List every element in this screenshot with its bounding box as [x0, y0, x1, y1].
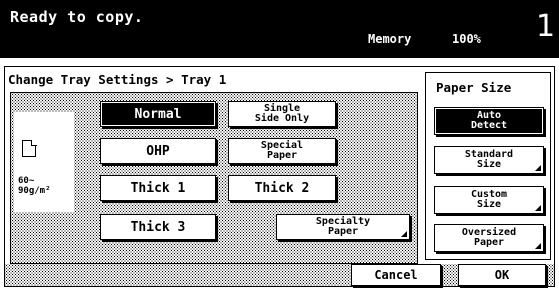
paper-weight: 60~ 90g/m² [18, 176, 51, 196]
special-paper-label: Special Paper [261, 141, 303, 161]
thick-3-button[interactable]: Thick 3 [100, 214, 216, 240]
standard-size-button[interactable]: Standard Size [434, 146, 544, 174]
paper-info [14, 112, 74, 212]
cancel-button[interactable]: Cancel [351, 264, 441, 286]
status-header: Ready to copy. Memory 100% 1 [0, 0, 559, 58]
auto-detect-line-2: Detect [470, 120, 508, 131]
paper-weight-line-1: 60~ [18, 176, 35, 186]
copy-count: 1 [536, 9, 556, 44]
page-icon [22, 139, 37, 157]
ohp-label: OHP [146, 143, 170, 159]
paper-size-title: Paper Size [436, 80, 512, 95]
thick-2-button[interactable]: Thick 2 [228, 175, 336, 201]
standard-size-label: Standard Size [465, 150, 513, 170]
thick-1-button[interactable]: Thick 1 [100, 175, 216, 201]
memory-label: Memory [368, 32, 412, 46]
status-text: Ready to copy. [10, 8, 144, 26]
auto-detect-button[interactable]: Auto Detect [434, 107, 544, 135]
special-paper-button[interactable]: Special Paper [228, 138, 336, 164]
ohp-button[interactable]: OHP [100, 138, 216, 164]
ok-button[interactable]: OK [458, 264, 546, 286]
thick-2-label: Thick 2 [254, 180, 310, 196]
auto-detect-label: Auto Detect [471, 111, 507, 131]
single-side-only-line-2: Side Only [254, 113, 310, 124]
memory-value: 100% [452, 32, 481, 46]
specialty-paper-button[interactable]: Specialty Paper [276, 214, 410, 240]
standard-size-line-2: Size [476, 159, 502, 170]
cancel-label: Cancel [374, 268, 418, 282]
submenu-corner-icon [401, 231, 407, 237]
oversized-paper-line-2: Paper [473, 237, 505, 248]
normal-label: Normal [134, 106, 182, 122]
paper-weight-line-2: 90g/m² [18, 186, 51, 196]
oversized-paper-button[interactable]: Oversized Paper [434, 224, 544, 252]
normal-button[interactable]: Normal [100, 101, 216, 127]
special-paper-line-2: Paper [266, 150, 298, 161]
thick-1-label: Thick 1 [130, 180, 186, 196]
submenu-corner-icon [535, 205, 541, 211]
specialty-paper-line-2: Paper [327, 226, 359, 237]
single-side-only-label: Single Side Only [255, 104, 309, 124]
ok-label: OK [494, 268, 510, 282]
specialty-paper-label: Specialty Paper [316, 217, 370, 237]
submenu-corner-icon [535, 165, 541, 171]
custom-size-label: Custom Size [471, 190, 507, 210]
custom-size-line-2: Size [476, 199, 502, 210]
custom-size-button[interactable]: Custom Size [434, 186, 544, 214]
submenu-corner-icon [535, 243, 541, 249]
thick-3-label: Thick 3 [130, 219, 186, 235]
copier-screen: Ready to copy. Memory 100% 1 Change Tray… [0, 0, 559, 292]
breadcrumb: Change Tray Settings > Tray 1 [8, 72, 227, 87]
oversized-paper-label: Oversized Paper [462, 228, 516, 248]
single-side-only-button[interactable]: Single Side Only [228, 101, 336, 127]
